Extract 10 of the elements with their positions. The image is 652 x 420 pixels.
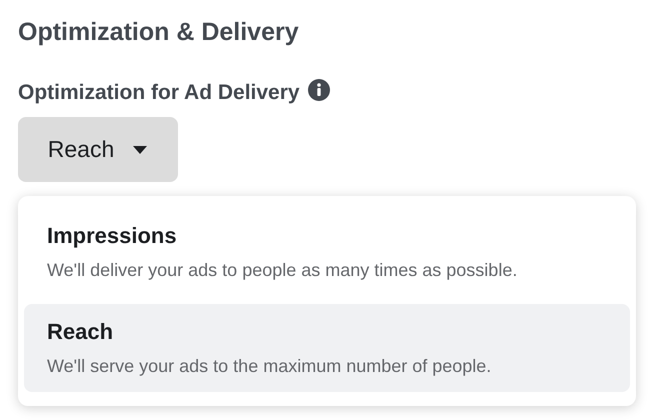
- dropdown-option[interactable]: Reach We'll serve your ads to the maximum number of people.: [24, 304, 630, 392]
- field-label: Optimization for Ad Delivery: [18, 80, 300, 106]
- optimization-dropdown[interactable]: Reach: [18, 117, 178, 182]
- option-description: We'll serve your ads to the maximum number of people.: [47, 355, 492, 378]
- option-title: Impressions: [47, 222, 178, 250]
- option-title: Reach: [47, 318, 114, 346]
- caret-icon: [132, 144, 148, 154]
- option-description: We'll deliver your ads to people as many times as possible.: [47, 259, 518, 282]
- info-icon[interactable]: [308, 79, 330, 101]
- section-title: Optimization & Delivery: [18, 17, 299, 48]
